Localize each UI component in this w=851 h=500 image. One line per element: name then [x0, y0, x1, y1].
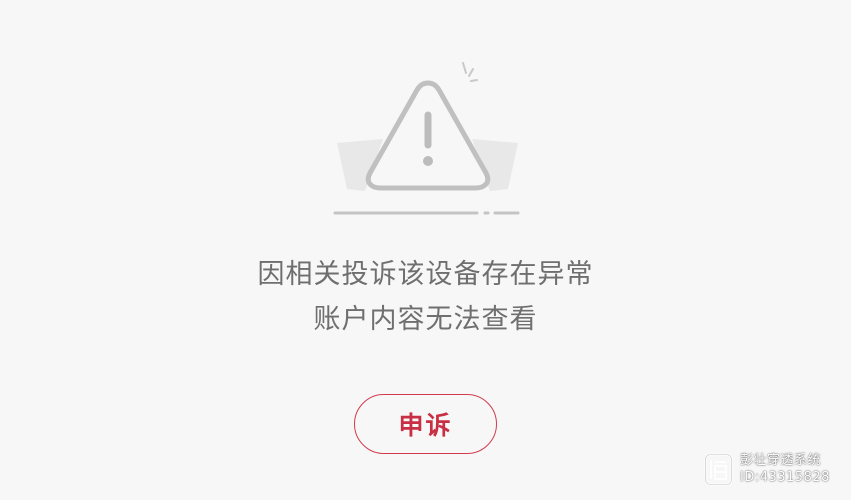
watermark-logo-icon	[704, 453, 733, 485]
sparkle-line	[462, 62, 467, 74]
appeal-button[interactable]: 申诉	[354, 394, 497, 454]
watermark: 彭壮穿透系统 ID:43315828	[704, 452, 830, 486]
exclamation-dot	[423, 156, 433, 166]
sparkle-line	[470, 79, 478, 82]
watermark-title: 彭壮穿透系统	[740, 453, 822, 468]
watermark-text: 彭壮穿透系统 ID:43315828	[740, 452, 830, 486]
blocked-content-page: 因相关投诉该设备存在异常 账户内容无法查看 申诉 彭壮穿透系统 ID:43315…	[0, 0, 851, 500]
warning-triangle-icon	[333, 62, 520, 215]
error-message-line-2: 账户内容无法查看	[313, 304, 538, 335]
sparkle-line	[468, 68, 474, 77]
watermark-id: ID:43315828	[740, 470, 830, 485]
error-message-line-1: 因相关投诉该设备存在异常	[257, 259, 594, 290]
